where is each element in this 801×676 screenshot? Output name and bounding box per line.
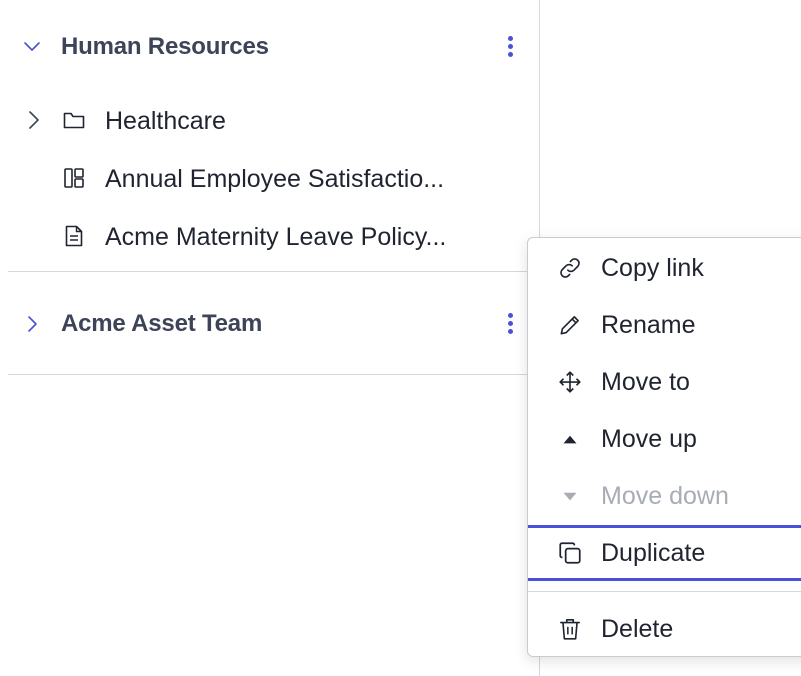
document-icon bbox=[65, 225, 83, 247]
context-menu: Copy link Rename Move to Move up Move do… bbox=[527, 237, 801, 657]
kebab-menu-icon[interactable] bbox=[500, 308, 522, 340]
folder-icon bbox=[63, 112, 85, 129]
tree-item-healthcare[interactable]: Healthcare bbox=[0, 100, 539, 140]
move-arrows-icon bbox=[559, 371, 581, 393]
menu-item-label: Rename bbox=[601, 311, 696, 339]
dashboard-icon bbox=[64, 168, 84, 188]
link-icon bbox=[560, 258, 580, 278]
section-title[interactable]: Acme Asset Team bbox=[61, 310, 262, 338]
sidebar: Human Resources Healthcare Annual Employ… bbox=[0, 0, 540, 676]
menu-item-move-to[interactable]: Move to bbox=[528, 356, 801, 408]
menu-item-move-down: Move down bbox=[528, 470, 801, 522]
menu-item-label: Move to bbox=[601, 368, 690, 396]
kebab-menu-icon[interactable] bbox=[500, 31, 522, 63]
tree-item-label: Healthcare bbox=[105, 107, 226, 135]
section-divider bbox=[8, 271, 539, 272]
tree-item-label: Annual Employee Satisfactio... bbox=[105, 165, 445, 193]
menu-item-move-up[interactable]: Move up bbox=[528, 413, 801, 465]
chevron-down-icon[interactable] bbox=[22, 37, 42, 57]
triangle-down-icon bbox=[563, 492, 577, 501]
menu-item-rename[interactable]: Rename bbox=[528, 299, 801, 351]
pencil-icon bbox=[560, 316, 579, 335]
menu-item-duplicate[interactable]: Duplicate bbox=[528, 525, 801, 581]
chevron-right-icon[interactable] bbox=[22, 108, 46, 132]
menu-item-label: Copy link bbox=[601, 254, 704, 282]
menu-item-label: Move up bbox=[601, 425, 697, 453]
section-human-resources[interactable]: Human Resources bbox=[0, 27, 539, 67]
triangle-up-icon bbox=[563, 435, 577, 444]
section-acme-asset-team[interactable]: Acme Asset Team bbox=[0, 304, 539, 344]
chevron-right-icon[interactable] bbox=[22, 314, 42, 334]
section-divider bbox=[8, 374, 539, 375]
menu-divider bbox=[528, 591, 801, 592]
tree-item-acme-maternity-leave-policy[interactable]: Acme Maternity Leave Policy... bbox=[0, 216, 539, 256]
trash-icon bbox=[559, 618, 581, 640]
menu-item-label: Duplicate bbox=[601, 539, 706, 567]
section-title[interactable]: Human Resources bbox=[61, 33, 269, 61]
menu-item-label: Move down bbox=[601, 482, 729, 510]
duplicate-icon bbox=[559, 542, 581, 564]
menu-item-copy-link[interactable]: Copy link bbox=[528, 242, 801, 294]
tree-item-label: Acme Maternity Leave Policy... bbox=[105, 223, 447, 251]
menu-item-delete[interactable]: Delete bbox=[528, 603, 801, 655]
menu-item-label: Delete bbox=[601, 615, 674, 643]
tree-item-annual-employee-satisfaction[interactable]: Annual Employee Satisfactio... bbox=[0, 158, 539, 198]
